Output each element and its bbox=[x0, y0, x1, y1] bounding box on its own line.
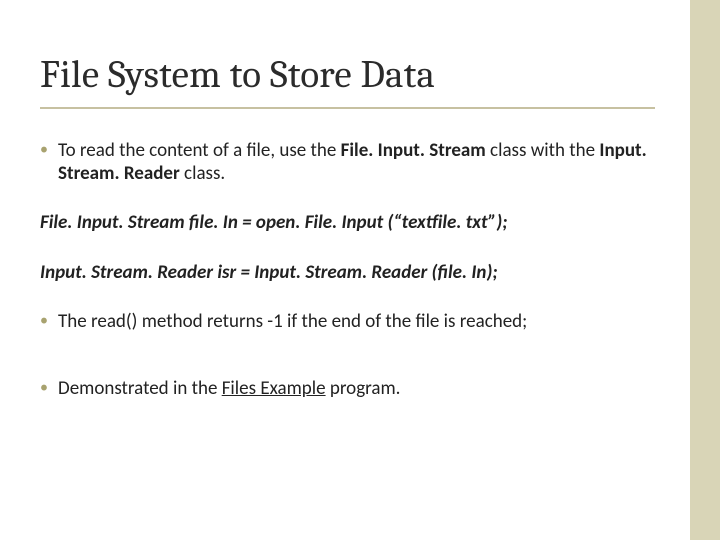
b1-pre: To read the content of a file, use the bbox=[58, 139, 341, 162]
slide-title: File System to Store Data bbox=[40, 52, 690, 97]
bullet-3-text: Demonstrated in the Files Example progra… bbox=[58, 377, 650, 400]
bullet-dot: • bbox=[40, 377, 58, 399]
title-rule bbox=[40, 107, 655, 109]
bullet-1: • To read the content of a file, use the… bbox=[40, 139, 650, 185]
b3-pre: Demonstrated in the bbox=[58, 377, 222, 400]
bullet-3: • Demonstrated in the Files Example prog… bbox=[40, 377, 650, 400]
bullet-dot: • bbox=[40, 310, 58, 332]
bullet-2-text: The read() method returns -1 if the end … bbox=[58, 310, 650, 333]
b1-mid: class with the bbox=[486, 139, 600, 162]
accent-sidebar bbox=[690, 0, 720, 540]
bullet-1-text: To read the content of a file, use the F… bbox=[58, 139, 650, 185]
bullet-2: • The read() method returns -1 if the en… bbox=[40, 310, 650, 333]
b3-post: program. bbox=[326, 377, 401, 400]
slide-content: • To read the content of a file, use the… bbox=[40, 139, 650, 400]
code-line-2: Input. Stream. Reader isr = Input. Strea… bbox=[40, 261, 650, 284]
b1-post: class. bbox=[180, 162, 225, 185]
b3-link: Files Example bbox=[222, 377, 326, 400]
bullet-dot: • bbox=[40, 139, 58, 161]
slide-body: File System to Store Data • To read the … bbox=[0, 0, 690, 540]
b1-class1: File. Input. Stream bbox=[341, 139, 486, 162]
code-line-1: File. Input. Stream file. In = open. Fil… bbox=[40, 211, 650, 234]
